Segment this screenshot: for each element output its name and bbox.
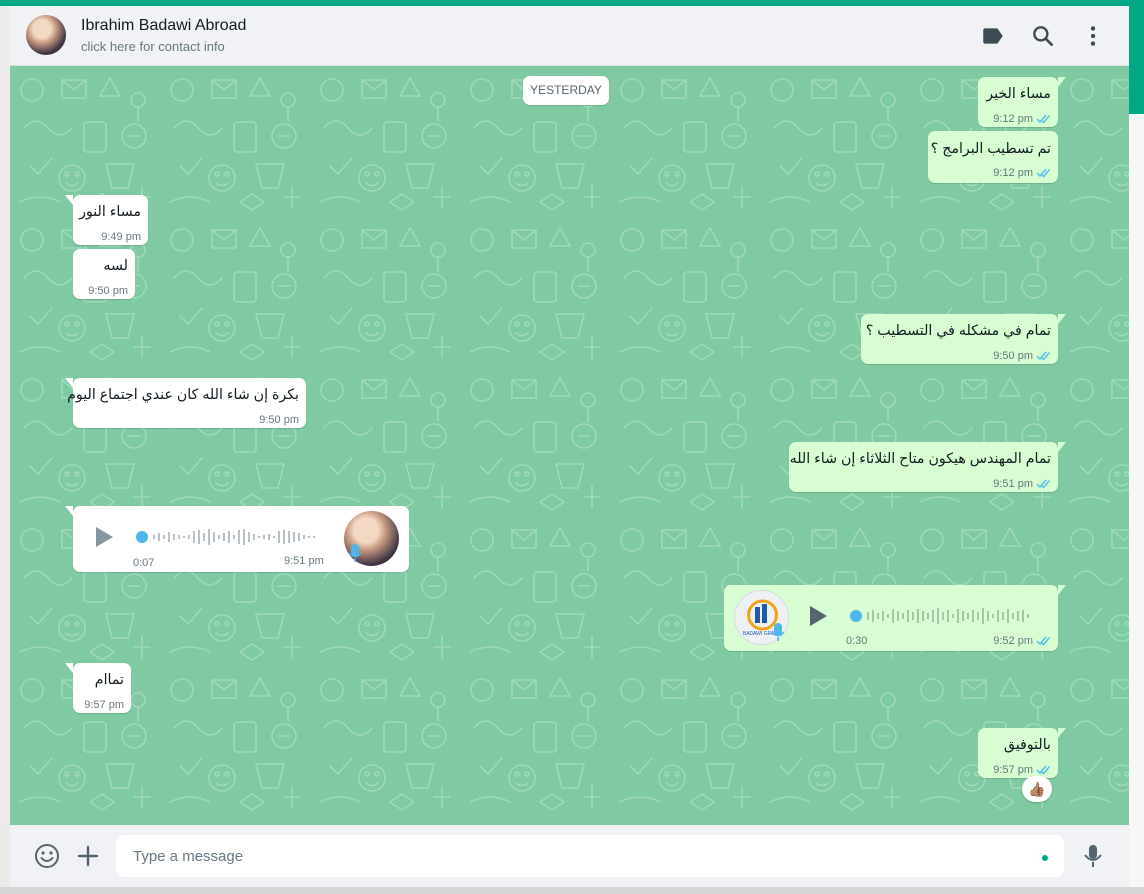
input-status-dot [1042,855,1048,861]
message-bubble-outgoing[interactable]: تمام في مشكله في التسطيب ؟ 9:50 pm [861,314,1066,364]
message-text: تمام المهندس هيكون متاح الثلاثاء إن شاء … [789,451,1051,467]
voice-waveform[interactable] [135,525,321,549]
message-bubble-outgoing[interactable]: تمام المهندس هيكون متاح الثلاثاء إن شاء … [789,442,1066,492]
message-text: بالتوفيق [1003,737,1051,753]
voice-waveform[interactable] [849,604,1039,628]
message-text: تم تسطيب البرامج ؟ [930,141,1051,157]
message-text: تماام [94,672,124,688]
reaction-thumbs-up[interactable]: 👍🏽 [1022,776,1052,802]
message-text: مساء الخير [986,86,1051,102]
message-bubble-incoming[interactable]: مساء النور 9:49 pm [65,195,148,245]
contact-avatar[interactable] [26,15,66,55]
message-time: 9:49 pm [101,231,141,243]
message-composer [10,825,1129,887]
right-panel-edge [1129,114,1144,894]
day-separator: YESTERDAY [523,76,609,105]
message-time: 9:51 pm [993,478,1033,490]
label-icon[interactable] [980,23,1006,49]
play-icon[interactable] [807,604,829,628]
message-bubble-outgoing[interactable]: تم تسطيب البرامج ؟ 9:12 pm [928,131,1058,183]
bottom-edge [0,887,1144,894]
menu-dots-icon[interactable] [1080,23,1106,49]
chat-messages-area[interactable]: YESTERDAY مساء الخير 9:12 pm تم تسطيب ال… [10,66,1129,825]
message-time: 9:50 pm [259,414,299,426]
message-bubble-outgoing[interactable]: بالتوفيق 9:57 pm [978,728,1066,778]
message-time: 9:50 pm [993,350,1033,362]
message-time: 9:51 pm [284,555,324,567]
message-text: بكرة إن شاء الله كان عندي اجتماع اليوم [67,387,299,403]
contact-info-hint[interactable]: click here for contact info [81,39,225,54]
message-time: 9:57 pm [84,699,124,711]
read-ticks-icon [1036,351,1051,361]
message-bubble-incoming[interactable]: تماام 9:57 pm [65,663,131,713]
voice-duration: 0:07 [133,557,155,569]
read-ticks-icon [1036,168,1051,178]
message-text: تمام في مشكله في التسطيب ؟ [865,323,1051,339]
right-accent-strip [1129,6,1144,114]
message-time: 9:57 pm [993,764,1033,776]
message-time: 9:50 pm [88,285,128,297]
voice-duration: 0:30 [846,635,868,647]
message-text: لسه [103,258,128,274]
voice-message-outgoing[interactable]: BADAWI GROUP 0:30 9:52 pm [724,585,1066,651]
message-time: 9:52 pm [993,635,1033,647]
search-icon[interactable] [1030,23,1056,49]
message-time: 9:12 pm [993,113,1033,125]
message-bubble-incoming[interactable]: لسه 9:50 pm [73,249,135,299]
message-input[interactable] [116,835,1064,877]
message-bubble-incoming[interactable]: بكرة إن شاء الله كان عندي اجتماع اليوم 9… [65,378,306,428]
chat-header[interactable]: Ibrahim Badawi Abroad click here for con… [10,6,1129,66]
play-icon[interactable] [93,525,115,549]
voice-message-incoming[interactable]: 0:07 9:51 pm [65,506,409,572]
read-ticks-icon [1036,636,1051,646]
message-bubble-outgoing[interactable]: مساء الخير 9:12 pm [978,77,1066,127]
read-ticks-icon [1036,114,1051,124]
attach-plus-icon[interactable] [74,842,102,870]
mic-badge-icon [348,544,362,562]
mic-icon[interactable] [1079,842,1107,870]
read-ticks-icon [1036,479,1051,489]
message-text: مساء النور [79,204,141,220]
mic-badge-icon [771,623,785,641]
chat-list-edge [0,6,10,826]
emoji-icon[interactable] [33,842,61,870]
contact-name[interactable]: Ibrahim Badawi Abroad [81,17,246,35]
message-time: 9:12 pm [993,167,1033,179]
read-ticks-icon [1036,765,1051,775]
